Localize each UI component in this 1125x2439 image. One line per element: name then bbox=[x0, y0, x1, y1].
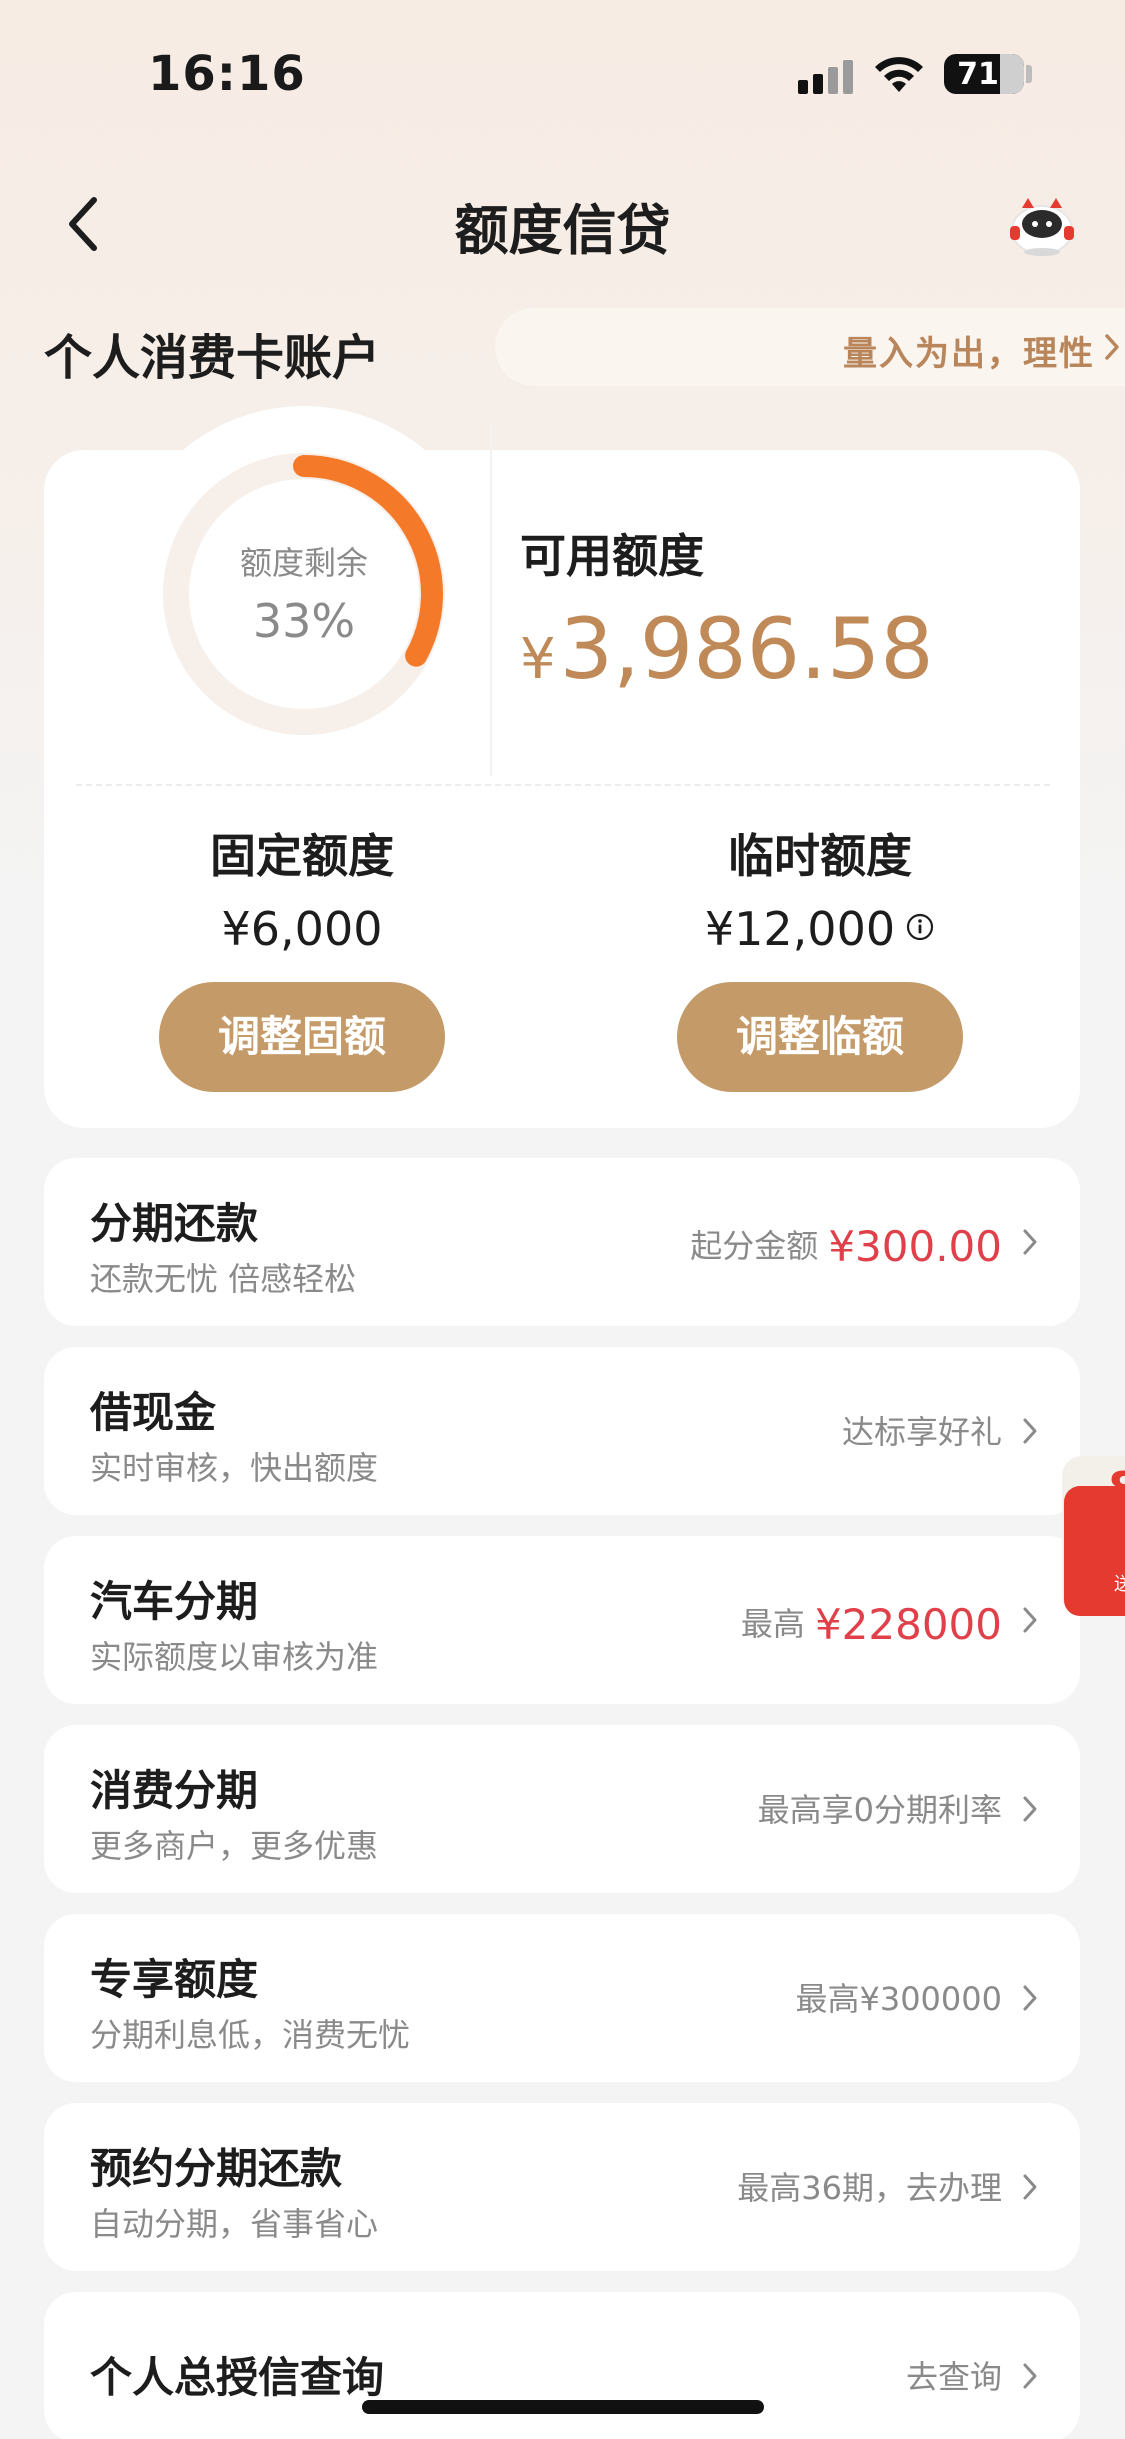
available-amount-value: 3,986.58 bbox=[559, 600, 934, 698]
chevron-right-icon bbox=[1023, 2174, 1037, 2200]
service-item-borrow-cash[interactable]: 借现金 实时审核，快出额度 达标享好礼 bbox=[44, 1347, 1080, 1515]
chevron-right-icon bbox=[1023, 1985, 1037, 2011]
temp-quota-amount-row: ¥12,000 bbox=[610, 902, 1030, 968]
temp-quota-label: 临时额度 bbox=[728, 829, 912, 883]
chevron-right-icon bbox=[1023, 1418, 1037, 1444]
currency-symbol: ¥ bbox=[520, 627, 556, 692]
wifi-icon bbox=[875, 57, 923, 92]
service-right-highlight: ¥300.00 bbox=[828, 1222, 1002, 1271]
dashed-divider bbox=[76, 784, 1050, 786]
chevron-right-icon bbox=[1023, 1229, 1037, 1255]
battery-tip bbox=[1026, 65, 1032, 83]
service-title: 分期还款 bbox=[90, 1199, 259, 1248]
adjust-fixed-quota-button[interactable]: 调整固额 bbox=[159, 982, 445, 1092]
service-right-label: 最高36期，去办理 bbox=[737, 2169, 1002, 2207]
adjust-temp-quota-button[interactable]: 调整临额 bbox=[677, 982, 963, 1092]
service-item-installment-repayment[interactable]: 分期还款 还款无忧 倍感轻松 起分金额 ¥300.00 bbox=[44, 1158, 1080, 1326]
service-item-consumer-installment[interactable]: 消费分期 更多商户，更多优惠 最高享0分期利率 bbox=[44, 1725, 1080, 1893]
info-icon[interactable] bbox=[905, 912, 935, 942]
vertical-divider bbox=[490, 420, 492, 776]
slogan-banner[interactable]: 量入为出，理性 bbox=[495, 308, 1125, 386]
red-packet-text: 送 bbox=[1114, 1574, 1125, 1595]
service-item-scheduled-installment[interactable]: 预约分期还款 自动分期，省事省心 最高36期，去办理 bbox=[44, 2103, 1080, 2271]
service-right-label: 最高享0分期利率 bbox=[757, 1791, 1002, 1829]
service-subtitle: 还款无忧 倍感轻松 bbox=[90, 1260, 357, 1298]
service-item-car-installment[interactable]: 汽车分期 实际额度以审核为准 最高 ¥228000 bbox=[44, 1536, 1080, 1704]
service-item-credit-inquiry[interactable]: 个人总授信查询 去查询 bbox=[44, 2292, 1080, 2439]
service-title: 汽车分期 bbox=[90, 1577, 259, 1626]
service-right-label: 达标享好礼 bbox=[841, 1413, 1002, 1451]
chevron-right-icon bbox=[1023, 1607, 1037, 1633]
fixed-quota-amount: ¥6,000 bbox=[221, 902, 383, 956]
fixed-quota-label: 固定额度 bbox=[210, 829, 394, 883]
service-right-info: 最高¥300000 bbox=[795, 1974, 1002, 2020]
service-right-info: 起分金额 ¥300.00 bbox=[690, 1218, 1002, 1271]
service-subtitle: 自动分期，省事省心 bbox=[90, 2205, 379, 2243]
slogan-text: 量入为出，理性 bbox=[843, 334, 1095, 374]
chevron-right-icon bbox=[1023, 1796, 1037, 1822]
status-bar: 16:16 71 bbox=[0, 0, 1125, 150]
service-right-info: 去查询 bbox=[906, 2352, 1002, 2398]
service-right-label: 最高 bbox=[740, 1605, 805, 1643]
battery-level: 71 bbox=[957, 57, 999, 92]
temp-quota-amount: ¥12,000 bbox=[704, 902, 896, 956]
service-title: 预约分期还款 bbox=[90, 2144, 343, 2193]
service-right-label: 起分金额 bbox=[690, 1227, 819, 1265]
chevron-right-icon bbox=[1105, 334, 1119, 360]
service-title: 消费分期 bbox=[90, 1766, 259, 1815]
service-subtitle: 实际额度以审核为准 bbox=[90, 1638, 379, 1676]
battery-icon: 71 bbox=[944, 54, 1024, 94]
service-right-info: 最高 ¥228000 bbox=[740, 1596, 1002, 1649]
status-time: 16:16 bbox=[148, 46, 306, 102]
ring-label: 额度剩余 bbox=[239, 544, 368, 582]
temp-quota-section: 临时额度 ¥12,000 调整临额 bbox=[610, 820, 1030, 1092]
home-indicator[interactable] bbox=[362, 2400, 764, 2414]
cellular-signal-icon bbox=[798, 60, 856, 94]
service-title: 专享额度 bbox=[90, 1955, 259, 2004]
service-right-label: 最高¥300000 bbox=[795, 1980, 1002, 2018]
red-packet-number: 8 bbox=[1108, 1462, 1125, 1516]
available-quota-amount: ¥3,986.58 bbox=[520, 600, 934, 698]
service-title: 借现金 bbox=[90, 1388, 217, 1437]
service-title: 个人总授信查询 bbox=[90, 2353, 385, 2402]
service-right-info: 最高享0分期利率 bbox=[758, 1785, 1002, 1831]
available-quota-label: 可用额度 bbox=[520, 529, 704, 583]
page-title: 额度信贷 bbox=[454, 199, 671, 262]
mascot-assistant-icon[interactable] bbox=[1006, 190, 1078, 260]
ring-percent: 33% bbox=[252, 594, 356, 648]
service-subtitle: 实时审核，快出额度 bbox=[90, 1449, 379, 1487]
fixed-quota-section: 固定额度 ¥6,000 调整固额 bbox=[92, 820, 512, 1092]
service-subtitle: 分期利息低，消费无忧 bbox=[90, 2016, 411, 2054]
service-right-highlight: ¥228000 bbox=[814, 1600, 1002, 1649]
service-right-label: 去查询 bbox=[905, 2358, 1002, 2396]
service-right-info: 达标享好礼 bbox=[842, 1407, 1002, 1453]
service-subtitle: 更多商户，更多优惠 bbox=[90, 1827, 379, 1865]
service-item-exclusive-quota[interactable]: 专享额度 分期利息低，消费无忧 最高¥300000 bbox=[44, 1914, 1080, 2082]
account-title: 个人消费卡账户 bbox=[44, 330, 381, 386]
service-right-info: 最高36期，去办理 bbox=[737, 2163, 1002, 2209]
chevron-right-icon bbox=[1023, 2363, 1037, 2389]
